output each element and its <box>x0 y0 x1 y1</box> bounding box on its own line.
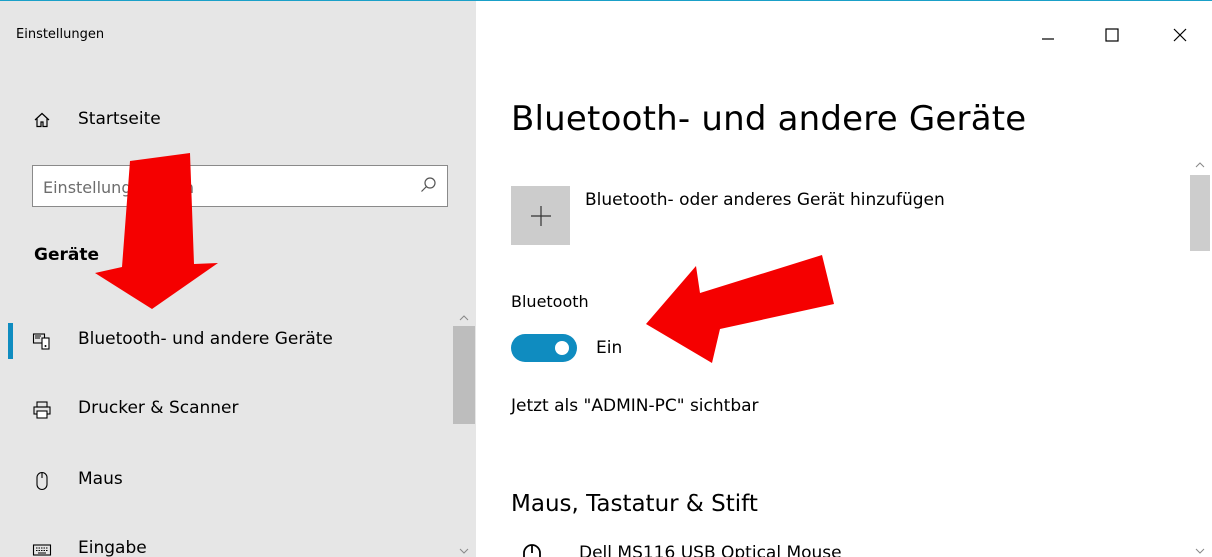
chevron-up-icon[interactable] <box>458 309 470 321</box>
add-device-button[interactable] <box>511 186 570 245</box>
app-title: Einstellungen <box>16 27 105 42</box>
sidebar-item-home[interactable]: Startseite <box>0 101 476 139</box>
chevron-up-icon[interactable] <box>1194 156 1206 168</box>
sidebar: Einstellungen Startseite Geräte Bluetoot… <box>0 1 476 557</box>
list-item[interactable]: Dell MS116 USB Optical Mouse <box>511 541 1111 557</box>
sidebar-item-bluetooth[interactable]: Bluetooth- und andere Geräte <box>0 319 476 363</box>
search-box <box>32 165 448 207</box>
active-indicator <box>8 323 13 359</box>
sidebar-item-label: Maus <box>78 469 123 489</box>
toggle-knob <box>555 341 569 355</box>
keyboard-icon <box>32 540 52 557</box>
bluetooth-heading: Bluetooth <box>511 292 589 311</box>
mouse-icon <box>32 471 52 491</box>
sidebar-item-mouse[interactable]: Maus <box>0 459 476 503</box>
sidebar-item-label: Drucker & Scanner <box>78 398 239 418</box>
bluetooth-toggle[interactable] <box>511 334 577 362</box>
mouse-icon <box>521 543 543 557</box>
settings-window: Einstellungen Startseite Geräte Bluetoot… <box>0 0 1212 557</box>
chevron-down-icon[interactable] <box>458 542 470 554</box>
scrollbar-thumb[interactable] <box>453 326 475 424</box>
sidebar-scrollbar[interactable] <box>452 306 476 557</box>
sidebar-item-input[interactable]: Eingabe <box>0 528 476 557</box>
sidebar-item-label: Startseite <box>78 109 161 129</box>
main-content: Bluetooth- und andere Geräte Bluetooth- … <box>476 1 1212 557</box>
sidebar-item-label: Eingabe <box>78 538 147 557</box>
printer-icon <box>32 400 52 420</box>
scrollbar-thumb[interactable] <box>1190 175 1210 251</box>
sidebar-item-label: Bluetooth- und andere Geräte <box>78 329 333 349</box>
search-icon[interactable] <box>419 176 437 194</box>
search-input[interactable] <box>41 172 405 202</box>
bluetooth-devices-icon <box>32 331 52 351</box>
plus-icon <box>531 206 551 226</box>
main-scrollbar[interactable] <box>1188 151 1212 557</box>
device-name: Dell MS116 USB Optical Mouse <box>579 543 842 557</box>
add-device-label[interactable]: Bluetooth- oder anderes Gerät hinzufügen <box>585 190 945 210</box>
bluetooth-toggle-state: Ein <box>596 338 623 358</box>
home-icon <box>33 111 51 129</box>
sidebar-item-printers[interactable]: Drucker & Scanner <box>0 388 476 432</box>
visible-as-text: Jetzt als "ADMIN-PC" sichtbar <box>511 396 759 416</box>
page-title: Bluetooth- und andere Geräte <box>511 99 1027 139</box>
chevron-down-icon[interactable] <box>1194 542 1206 554</box>
sidebar-section-heading: Geräte <box>34 245 99 265</box>
section-heading-mouse-keyboard: Maus, Tastatur & Stift <box>511 491 758 517</box>
